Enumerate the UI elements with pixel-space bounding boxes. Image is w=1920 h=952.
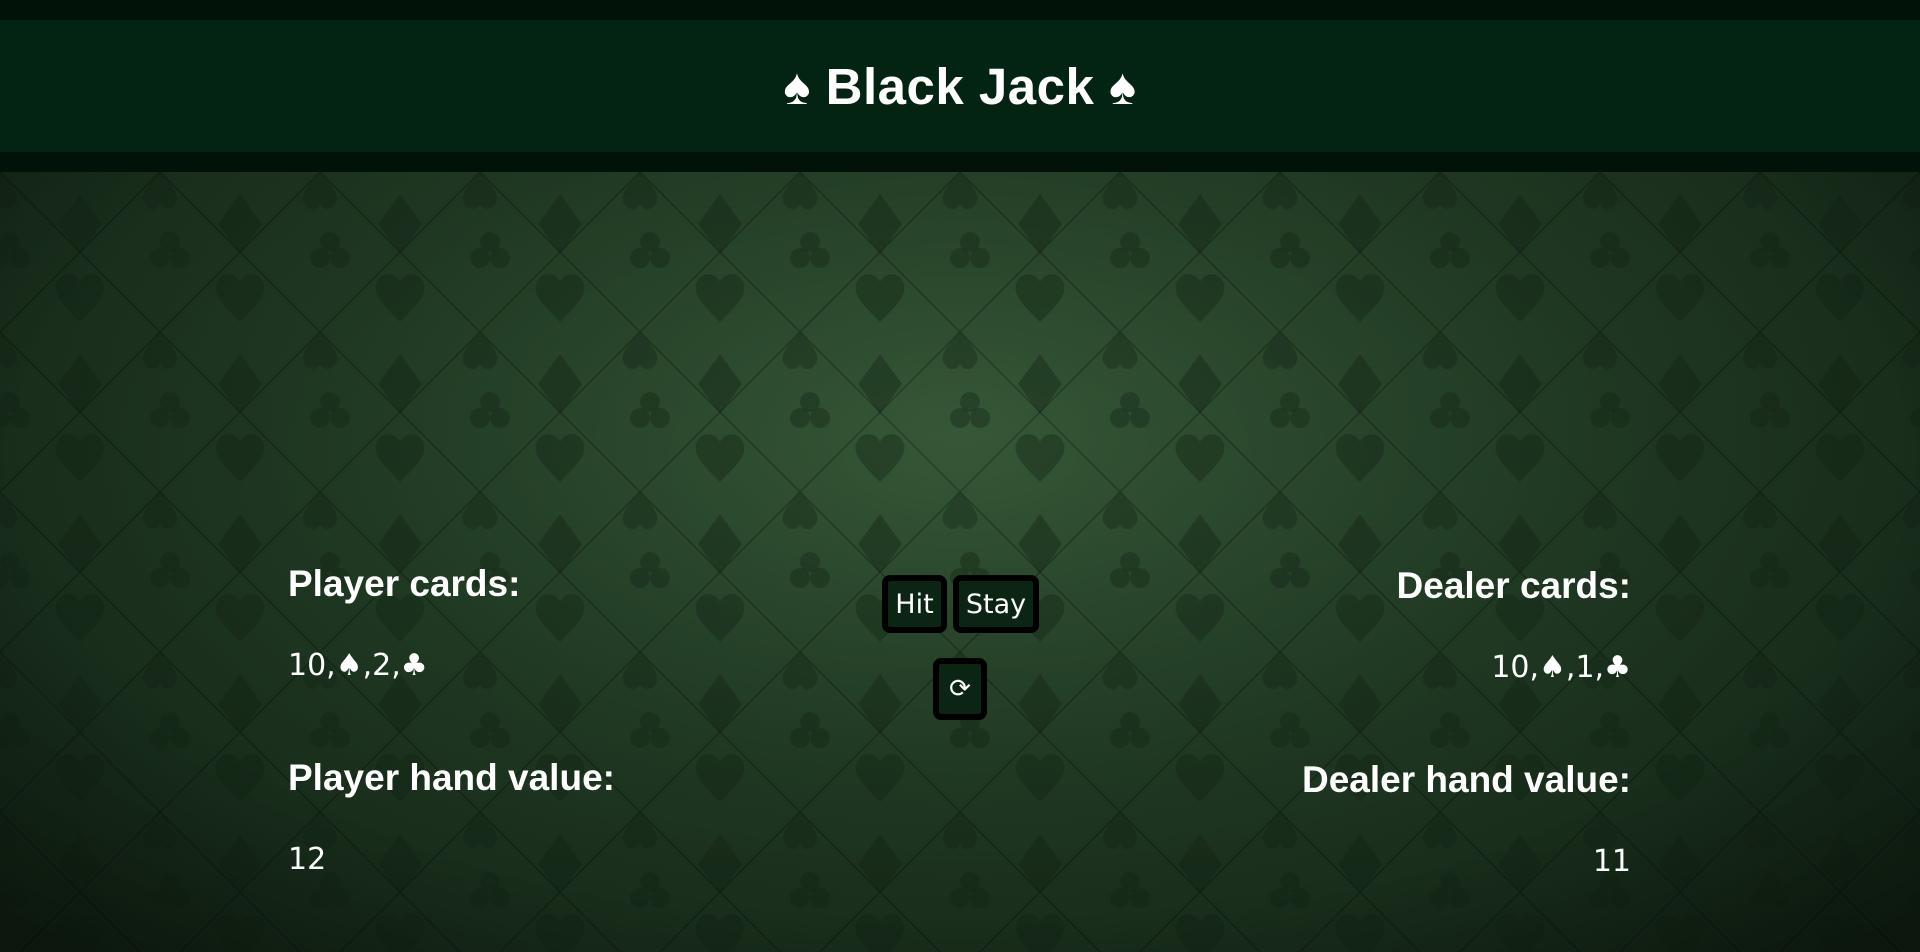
dealer-hand-value: 11 (1592, 844, 1631, 879)
player-hand-value: 12 (288, 842, 327, 877)
player-cards-value: 10,♠,2,♣ (288, 648, 428, 683)
dealer-cards-label: Dealer cards: (1396, 565, 1631, 606)
header-inner: ♠ Black Jack ♠ (0, 20, 1920, 152)
player-cards-label: Player cards: (288, 563, 521, 604)
player-hand-value-label: Player hand value: (288, 757, 615, 798)
restart-button[interactable]: ⟳ (933, 658, 987, 720)
restart-icon: ⟳ (949, 674, 971, 704)
dealer-hand-value-label: Dealer hand value: (1301, 759, 1631, 800)
dealer-cards-value: 10,♠,1,♣ (1491, 650, 1631, 685)
header-bar: ♠ Black Jack ♠ (0, 0, 1920, 172)
hit-button[interactable]: Hit (882, 575, 947, 633)
stay-button[interactable]: Stay (953, 575, 1039, 633)
page-title: ♠ Black Jack ♠ (783, 57, 1137, 115)
